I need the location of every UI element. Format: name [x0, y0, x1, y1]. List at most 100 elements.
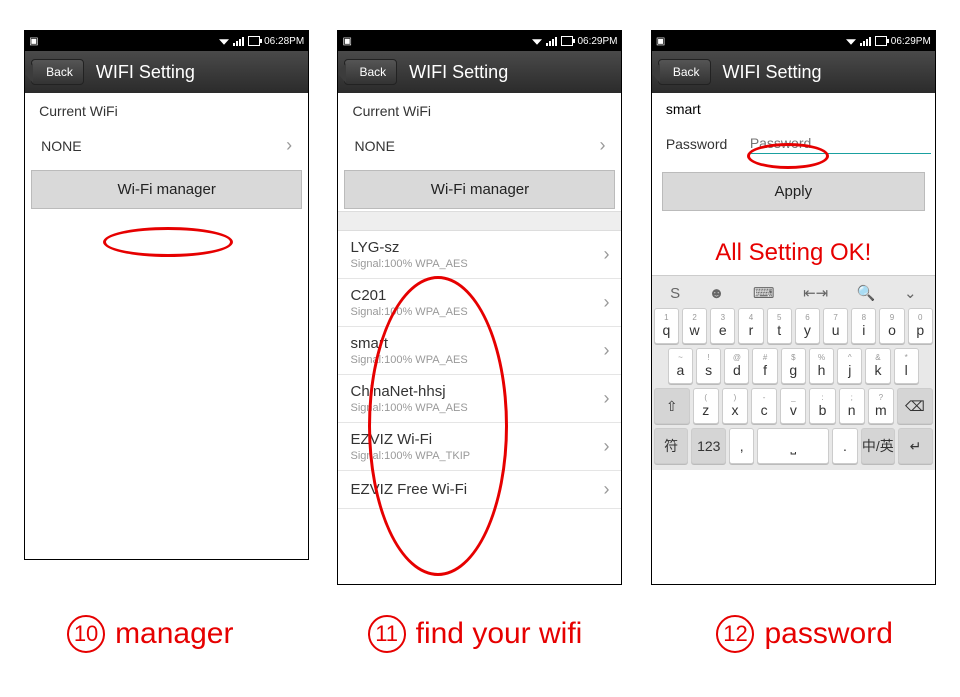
key-k[interactable]: &k	[865, 348, 890, 384]
key-n[interactable]: ;n	[839, 388, 865, 424]
key-a[interactable]: ~a	[668, 348, 693, 384]
page-title: WIFI Setting	[409, 62, 508, 83]
current-wifi-row[interactable]: NONE ›	[25, 123, 308, 168]
chevron-right-icon: ›	[603, 244, 609, 265]
wifi-list-item[interactable]: EZVIZ Wi-FiSignal:100% WPA_TKIP›	[338, 423, 621, 471]
wifi-detail: Signal:100% WPA_AES	[350, 354, 467, 366]
app-header: Back WIFI Setting	[338, 51, 621, 93]
current-wifi-value: NONE	[354, 138, 394, 154]
key-f[interactable]: #f	[752, 348, 777, 384]
key-t[interactable]: 5t	[767, 308, 792, 344]
back-button[interactable]: Back	[31, 59, 84, 85]
back-button[interactable]: Back	[658, 59, 711, 85]
chevron-down-icon[interactable]: ⌄	[904, 284, 917, 302]
status-bar: ▣ 06:29PM	[338, 31, 621, 51]
wifi-list-item[interactable]: ChinaNet-hhsjSignal:100% WPA_AES›	[338, 375, 621, 423]
key-↵[interactable]: ↵	[898, 428, 933, 464]
caption-2: 11 find your wifi	[368, 615, 583, 653]
key-u[interactable]: 7u	[823, 308, 848, 344]
key-q[interactable]: 1q	[654, 308, 679, 344]
back-button[interactable]: Back	[344, 59, 397, 85]
status-time: 06:28PM	[264, 36, 304, 47]
wifi-detail: Signal:100% WPA_TKIP	[350, 450, 470, 462]
password-input[interactable]	[750, 133, 931, 154]
emoji-icon[interactable]: ☻	[709, 285, 725, 302]
key-j[interactable]: ^j	[837, 348, 862, 384]
key-z[interactable]: (z	[693, 388, 719, 424]
chevron-right-icon: ›	[603, 436, 609, 457]
step-text: password	[764, 617, 892, 651]
battery-icon	[561, 36, 573, 46]
key-b[interactable]: :b	[809, 388, 835, 424]
caption-1: 10 manager	[67, 615, 233, 653]
password-row: Password	[652, 125, 935, 162]
chevron-right-icon: ›	[603, 388, 609, 409]
key-中/英[interactable]: 中/英	[861, 428, 896, 464]
wifi-manager-button[interactable]: Wi-Fi manager	[31, 170, 302, 209]
caption-3: 12 password	[716, 615, 892, 653]
current-wifi-value: NONE	[41, 138, 81, 154]
apply-button[interactable]: Apply	[662, 172, 925, 211]
key-⎵[interactable]: ⎵	[757, 428, 829, 464]
signal-icon	[860, 37, 871, 46]
wifi-detail: Signal:100% WPA_AES	[350, 306, 467, 318]
ssid-value: smart	[666, 101, 701, 117]
search-icon[interactable]: 🔍	[857, 284, 876, 302]
step-number: 10	[67, 615, 105, 653]
wifi-list-item[interactable]: LYG-szSignal:100% WPA_AES›	[338, 231, 621, 279]
chevron-right-icon: ›	[603, 292, 609, 313]
key-c[interactable]: -c	[751, 388, 777, 424]
status-time: 06:29PM	[577, 36, 617, 47]
key-,[interactable]: ,	[729, 428, 754, 464]
current-wifi-row[interactable]: NONE ›	[338, 123, 621, 168]
wifi-list-item[interactable]: EZVIZ Free Wi-Fi›	[338, 471, 621, 509]
password-label: Password	[666, 136, 736, 152]
wifi-list-item[interactable]: smart Signal:100% WPA_AES ›	[338, 327, 621, 375]
key-g[interactable]: $g	[781, 348, 806, 384]
key-m[interactable]: ?m	[868, 388, 894, 424]
key-r[interactable]: 4r	[738, 308, 763, 344]
key-e[interactable]: 3e	[710, 308, 735, 344]
current-wifi-label: Current WiFi	[25, 93, 308, 123]
key-123[interactable]: 123	[691, 428, 726, 464]
key-d[interactable]: @d	[724, 348, 749, 384]
keyboard: S ☻ ⌨ ⇤⇥ 🔍 ⌄ 1q2w3e4r5t6y7u8i9o0p ~a!s@d…	[652, 275, 935, 470]
key-符[interactable]: 符	[654, 428, 689, 464]
wifi-manager-button[interactable]: Wi-Fi manager	[344, 170, 615, 209]
key-x[interactable]: )x	[722, 388, 748, 424]
app-header: Back WIFI Setting	[652, 51, 935, 93]
signal-icon	[546, 37, 557, 46]
keyboard-icon[interactable]: ⌨	[753, 284, 775, 302]
key-⇧[interactable]: ⇧	[654, 388, 690, 424]
chevron-right-icon: ›	[286, 135, 292, 156]
status-time: 06:29PM	[891, 36, 931, 47]
step-number: 11	[368, 615, 406, 653]
key-y[interactable]: 6y	[795, 308, 820, 344]
signal-icon	[233, 37, 244, 46]
captions-row: 10 manager 11 find your wifi 12 password	[0, 595, 960, 653]
cursor-icon[interactable]: ⇤⇥	[803, 284, 828, 302]
wifi-name: smart	[350, 335, 467, 352]
key-s[interactable]: !s	[696, 348, 721, 384]
key-⌫[interactable]: ⌫	[897, 388, 933, 424]
battery-icon	[875, 36, 887, 46]
phone-screen-2: ▣ 06:29PM Back WIFI Setting Current WiFi…	[337, 30, 622, 585]
page-title: WIFI Setting	[96, 62, 195, 83]
key-h[interactable]: %h	[809, 348, 834, 384]
page-title: WIFI Setting	[723, 62, 822, 83]
wifi-detail: Signal:100% WPA_AES	[350, 258, 467, 270]
key-i[interactable]: 8i	[851, 308, 876, 344]
wifi-list-item[interactable]: C201 Signal:100% WPA_AES ›	[338, 279, 621, 327]
key-p[interactable]: 0p	[908, 308, 933, 344]
key-w[interactable]: 2w	[682, 308, 707, 344]
kbd-logo-icon[interactable]: S	[670, 285, 680, 302]
success-message: All Setting OK!	[652, 239, 935, 267]
key-.[interactable]: .	[832, 428, 857, 464]
wifi-name: ChinaNet-hhsj	[350, 383, 467, 400]
wifi-name: C201	[350, 287, 467, 304]
chevron-right-icon: ›	[603, 340, 609, 361]
key-l[interactable]: *l	[894, 348, 919, 384]
key-o[interactable]: 9o	[879, 308, 904, 344]
app-header: Back WIFI Setting	[25, 51, 308, 93]
key-v[interactable]: _v	[780, 388, 806, 424]
